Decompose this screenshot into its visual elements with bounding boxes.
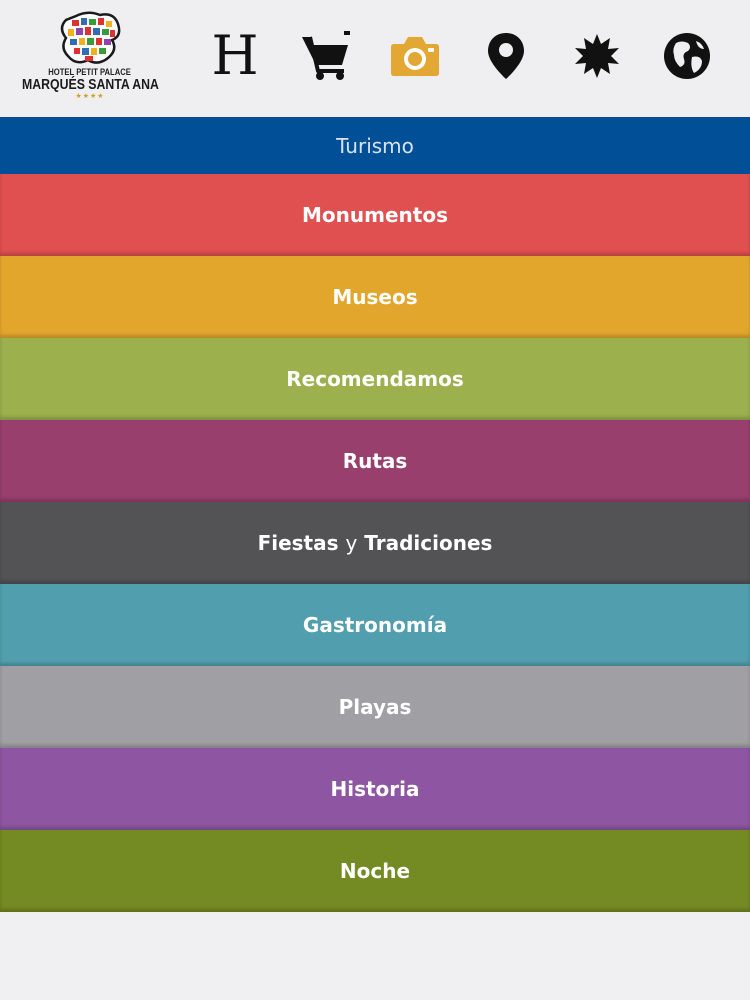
menu-item-fiestas-tradiciones[interactable]: Fiestas y Tradiciones — [0, 502, 750, 584]
menu-item-historia[interactable]: Historia — [0, 748, 750, 830]
menu-title: Turismo — [0, 117, 750, 174]
starburst-icon[interactable] — [571, 30, 623, 82]
tourism-menu: Turismo Monumentos Museos Recomendamos R… — [0, 117, 750, 912]
menu-item-label-b: Tradiciones — [364, 531, 493, 555]
menu-item-monumentos[interactable]: Monumentos — [0, 174, 750, 256]
hotel-logo[interactable]: HOTEL PETIT PALACE MARQUÉS SANTA ANA ★★★… — [20, 10, 160, 110]
logo-line-2: MARQUÉS SANTA ANA — [21, 76, 159, 93]
menu-item-label-a: Fiestas — [257, 531, 339, 555]
menu-item-recomendamos[interactable]: Recomendamos — [0, 338, 750, 420]
shopping-cart-icon[interactable] — [299, 30, 351, 82]
logo-mosaic-icon — [60, 11, 121, 64]
logo-stars: ★★★★ — [75, 92, 105, 100]
map-pin-icon[interactable] — [480, 30, 532, 82]
menu-item-noche[interactable]: Noche — [0, 830, 750, 912]
menu-item-rutas[interactable]: Rutas — [0, 420, 750, 502]
camera-icon[interactable] — [389, 30, 441, 82]
menu-item-label-conj: y — [345, 531, 358, 555]
menu-item-playas[interactable]: Playas — [0, 666, 750, 748]
app-header: HOTEL PETIT PALACE MARQUÉS SANTA ANA ★★★… — [0, 0, 750, 117]
hotel-h-icon[interactable]: H — [209, 29, 261, 83]
menu-item-gastronomia[interactable]: Gastronomía — [0, 584, 750, 666]
globe-icon[interactable] — [661, 30, 713, 82]
menu-item-museos[interactable]: Museos — [0, 256, 750, 338]
